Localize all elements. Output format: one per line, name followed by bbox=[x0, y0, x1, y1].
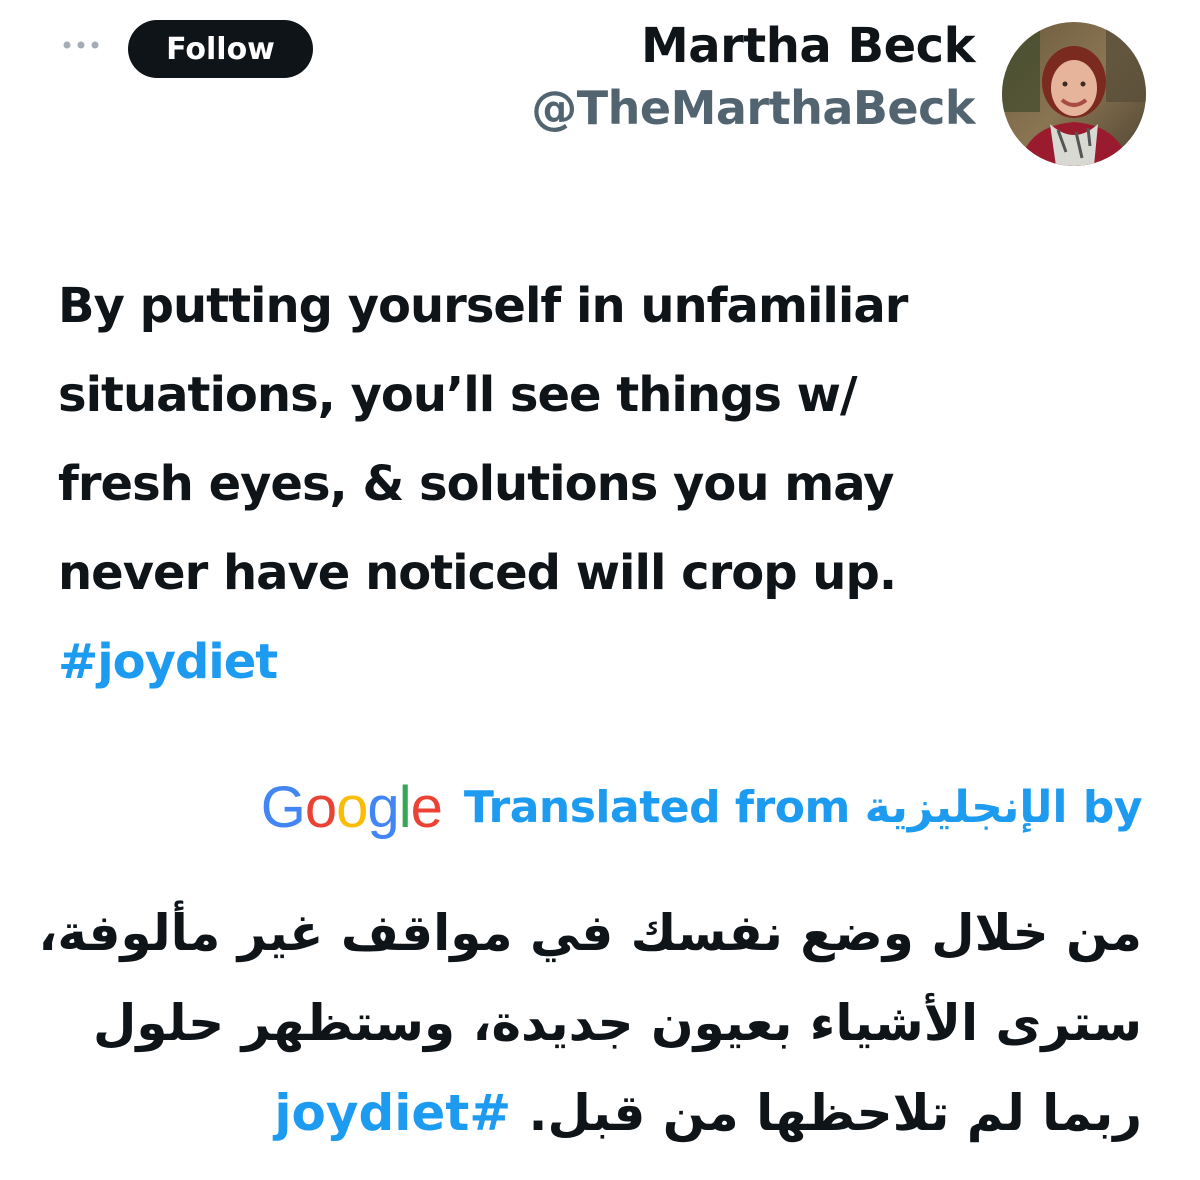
google-logo-letter: o bbox=[304, 775, 337, 840]
translated-from-link[interactable]: Google Translated from الإنجليزية by bbox=[260, 775, 1143, 841]
avatar[interactable] bbox=[1002, 22, 1146, 166]
more-options-button[interactable] bbox=[58, 22, 104, 68]
tweet-text: By putting yourself in unfamiliar situat… bbox=[58, 262, 1158, 707]
avatar-photo bbox=[1002, 22, 1146, 166]
tweet-line: situations, you’ll see things w/ bbox=[58, 367, 858, 423]
translated-line-last: ربما لم تلاحظها من قبل. #joydiet bbox=[42, 1068, 1142, 1158]
google-logo: Google bbox=[260, 775, 443, 841]
author-display-name[interactable]: Martha Beck bbox=[531, 14, 976, 78]
author-handle[interactable]: @TheMarthaBeck bbox=[531, 78, 975, 138]
translated-from-label: Translated from الإنجليزية by bbox=[463, 782, 1143, 833]
follow-button[interactable]: Follow bbox=[128, 20, 313, 78]
ellipsis-icon bbox=[63, 41, 99, 49]
translated-line: سترى الأشياء بعيون جديدة، وستظهر حلول bbox=[93, 994, 1142, 1052]
tweet-line: fresh eyes, & solutions you may bbox=[58, 456, 894, 512]
google-logo-letter: G bbox=[260, 775, 306, 840]
tweet-line: By putting yourself in unfamiliar bbox=[58, 278, 908, 334]
google-logo-letter: g bbox=[367, 775, 399, 840]
translated-line-text: ربما لم تلاحظها من قبل. bbox=[528, 1084, 1142, 1142]
hashtag-link[interactable]: #joydiet bbox=[58, 618, 1158, 707]
translated-hashtag-link[interactable]: #joydiet bbox=[274, 1084, 511, 1142]
tweet-line: never have noticed will crop up. bbox=[58, 545, 897, 601]
author-identity: Martha Beck @TheMarthaBeck bbox=[531, 14, 975, 138]
translated-text: من خلال وضع نفسك في مواقف غير مألوفة، ست… bbox=[38, 888, 1142, 1158]
google-logo-letter: l bbox=[398, 775, 412, 840]
translated-line: من خلال وضع نفسك في مواقف غير مألوفة، bbox=[38, 904, 1142, 962]
google-logo-letter: o bbox=[336, 775, 368, 840]
google-logo-letter: e bbox=[410, 775, 443, 840]
